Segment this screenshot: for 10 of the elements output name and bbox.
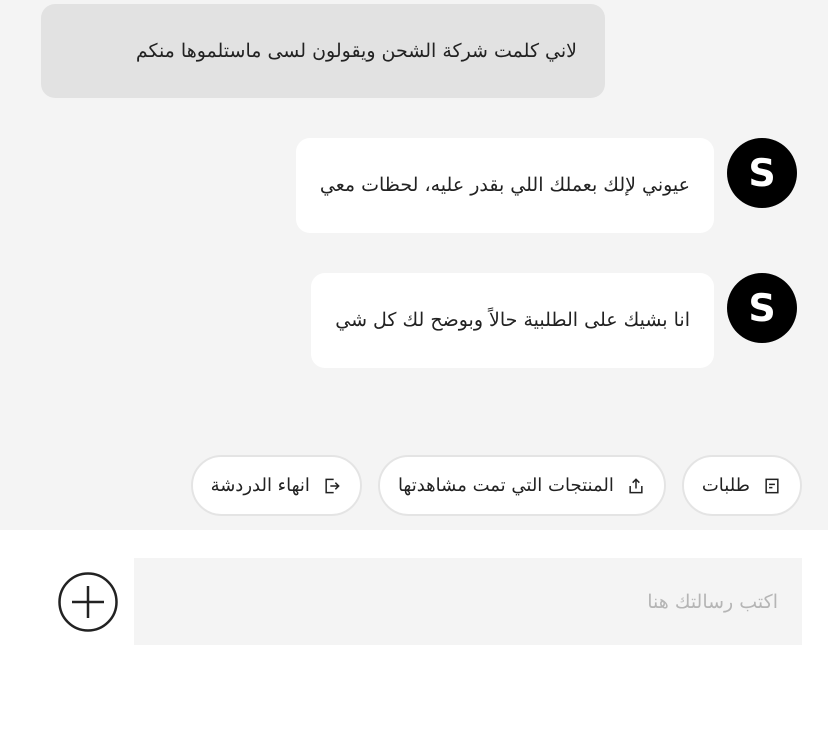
quick-reply-chip[interactable]: المنتجات التي تمت مشاهدتها (378, 455, 666, 516)
message-input[interactable]: اكتب رسالتك هنا (134, 558, 802, 645)
add-icon[interactable] (58, 572, 118, 632)
avatar: S (727, 273, 797, 343)
message-bubble: عيوني لإلك بعملك اللي بقدر عليه، لحظات معي (296, 138, 714, 233)
message-bubble: انا بشيك على الطلبية حالاً وبوضح لك كل شي (311, 273, 714, 368)
avatar: S (727, 138, 797, 208)
quick-reply-chip[interactable]: طلبات (682, 455, 802, 516)
message-bubble: لاني كلمت شركة الشحن ويقولون لسى ماستلموها منكم (41, 4, 605, 98)
quick-reply-chip[interactable]: انهاء الدردشة (190, 455, 362, 516)
